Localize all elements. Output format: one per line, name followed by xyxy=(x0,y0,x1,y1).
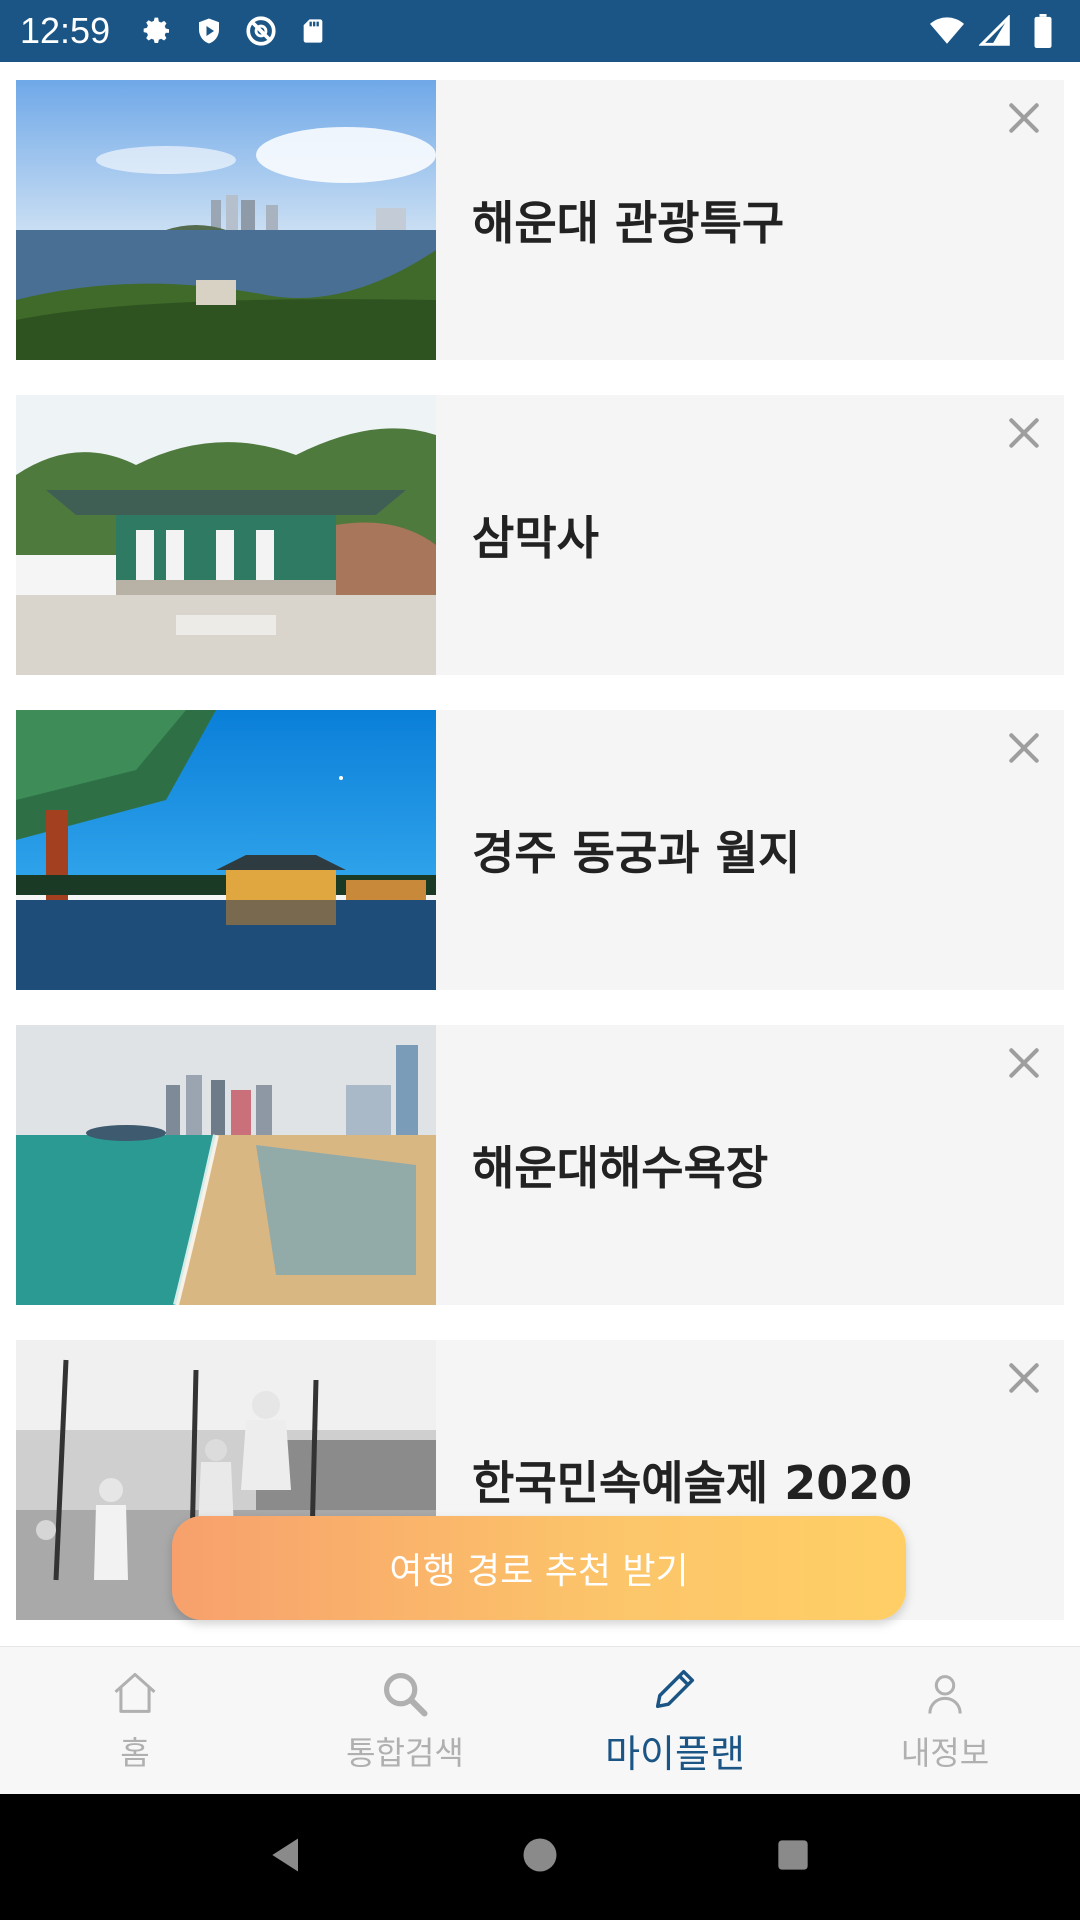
recents-icon[interactable] xyxy=(771,1833,815,1881)
close-icon[interactable] xyxy=(1000,724,1048,772)
donggung-wolji-night-photo xyxy=(16,710,436,990)
nav-item-myinfo[interactable]: 내정보 xyxy=(810,1647,1080,1794)
status-bar: 12:59 xyxy=(0,0,1080,62)
sd-card-icon xyxy=(296,14,330,48)
no-sync-icon xyxy=(244,14,278,48)
home-icon xyxy=(114,1672,156,1713)
close-icon[interactable] xyxy=(1000,1039,1048,1087)
battery-icon xyxy=(1026,14,1060,48)
haeundae-special-tourist-zone-photo xyxy=(16,80,436,360)
haeundae-beach-photo xyxy=(16,1025,436,1305)
status-time: 12:59 xyxy=(20,10,111,51)
person-icon xyxy=(928,1674,962,1714)
close-icon[interactable] xyxy=(1000,409,1048,457)
bottom-nav: 홈 통합검색 마이플랜 내정보 xyxy=(0,1646,1080,1794)
signal-icon xyxy=(978,14,1012,48)
nav-item-home[interactable]: 홈 xyxy=(0,1647,270,1794)
back-icon[interactable] xyxy=(265,1833,309,1881)
plan-card-title: 경주 동궁과 월지 xyxy=(472,826,801,880)
plan-card-title: 해운대 관광특구 xyxy=(472,196,785,250)
shield-icon xyxy=(192,14,226,48)
plan-card[interactable]: 해운대해수욕장 xyxy=(16,1025,1064,1305)
plan-card-title: 한국민속예술제 2020 xyxy=(472,1456,913,1510)
status-icons-left xyxy=(140,14,330,48)
plan-card-title: 해운대해수욕장 xyxy=(472,1141,769,1195)
nav-item-label: 내정보 xyxy=(900,1733,990,1772)
plan-list[interactable]: 해운대 관광특구 삼막사 경주 동궁과 월지 해운대해수욕장 한국민속예술제 2… xyxy=(0,62,1080,1646)
search-icon xyxy=(383,1672,428,1717)
nav-item-label: 통합검색 xyxy=(346,1733,464,1772)
nav-item-search[interactable]: 통합검색 xyxy=(270,1647,540,1794)
wifi-icon xyxy=(930,14,964,48)
pencil-icon xyxy=(655,1669,695,1709)
close-icon[interactable] xyxy=(1000,94,1048,142)
get-route-recommendation-button[interactable]: 여행 경로 추천 받기 xyxy=(172,1516,906,1620)
gear-icon xyxy=(140,14,174,48)
nav-item-myplan[interactable]: 마이플랜 xyxy=(540,1647,810,1794)
system-nav-bar xyxy=(0,1794,1080,1920)
plan-card-title: 삼막사 xyxy=(472,511,599,565)
nav-item-label: 홈 xyxy=(120,1733,150,1772)
sammaksa-temple-photo xyxy=(16,395,436,675)
status-icons-right xyxy=(930,14,1060,48)
home-circle-icon[interactable] xyxy=(518,1833,562,1881)
close-icon[interactable] xyxy=(1000,1354,1048,1402)
plan-card[interactable]: 삼막사 xyxy=(16,395,1064,675)
plan-card[interactable]: 해운대 관광특구 xyxy=(16,80,1064,360)
plan-card[interactable]: 경주 동궁과 월지 xyxy=(16,710,1064,990)
nav-item-label: 마이플랜 xyxy=(605,1732,745,1776)
